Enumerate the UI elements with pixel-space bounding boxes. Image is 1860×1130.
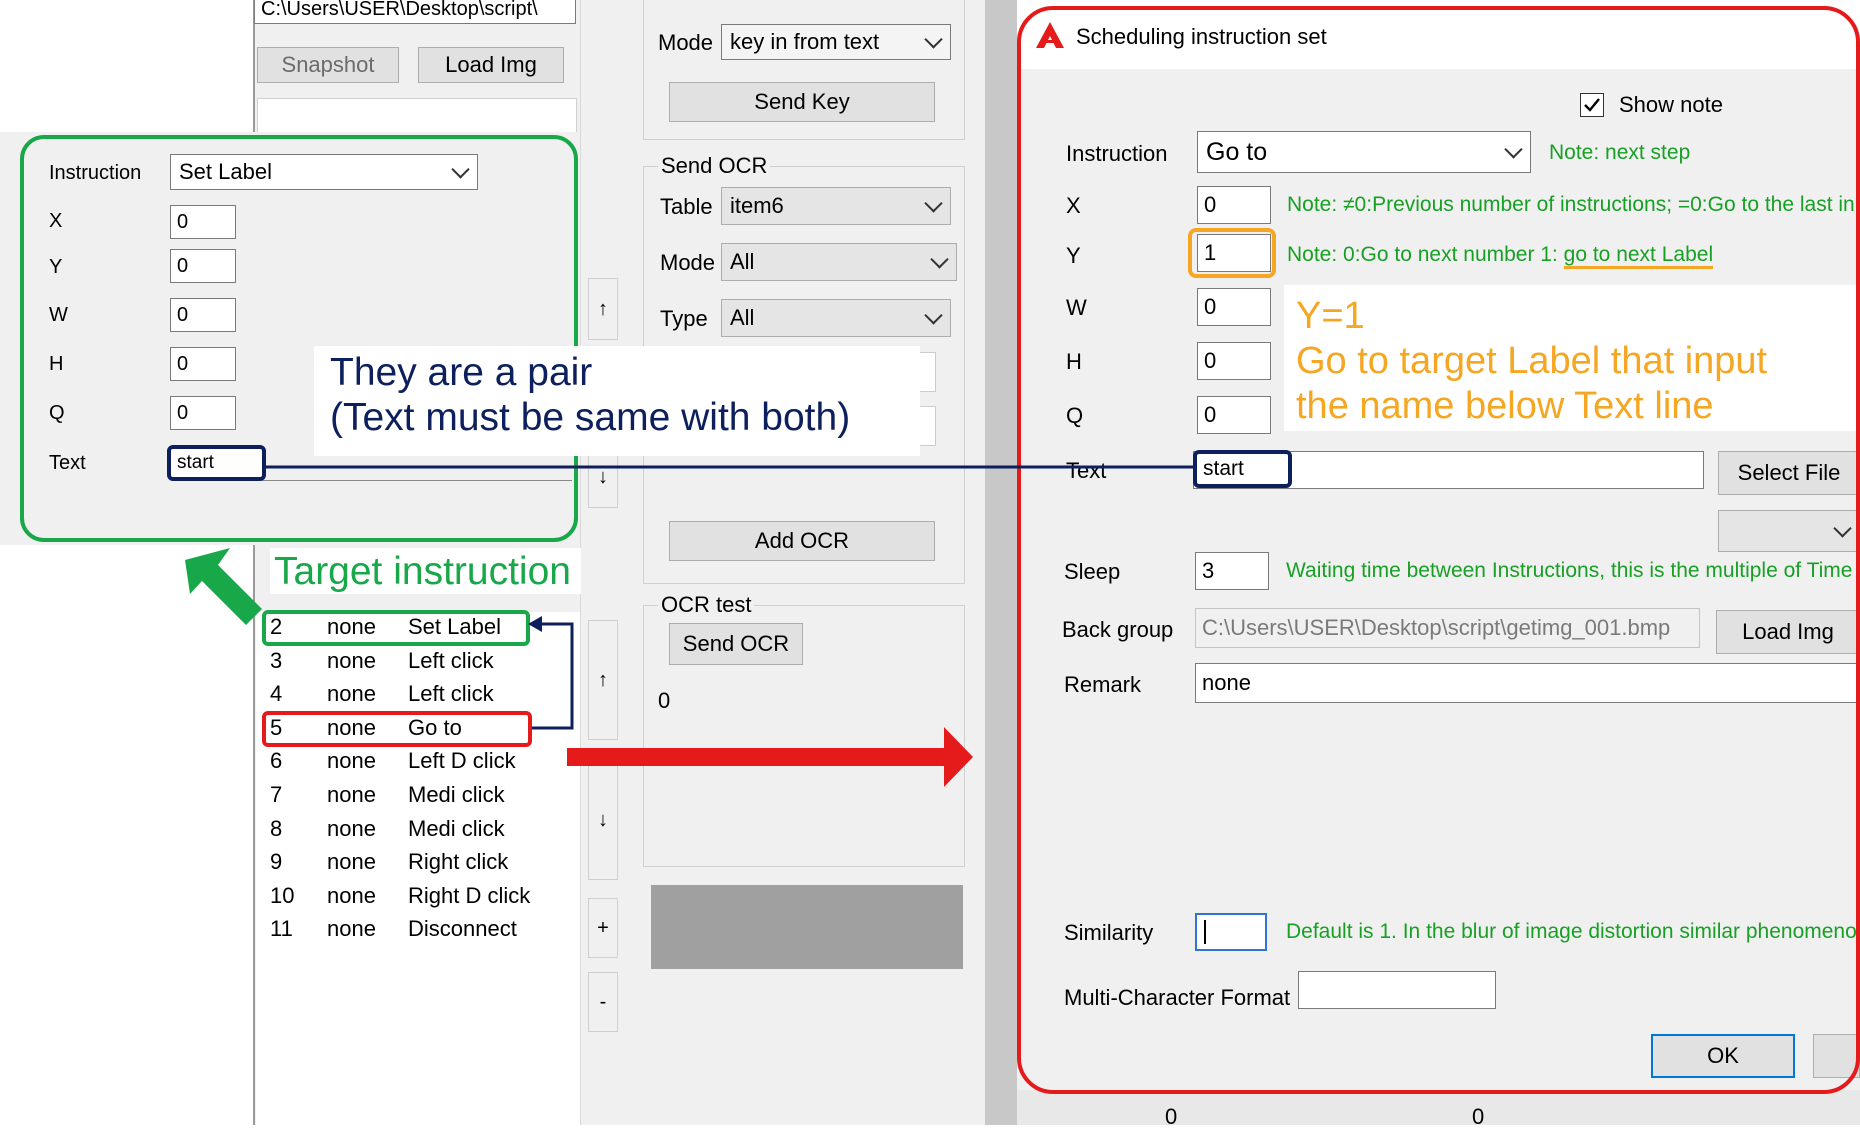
goto-link-arrowhead xyxy=(528,616,542,632)
annotation-arrows xyxy=(185,465,1193,787)
goto-link-line xyxy=(532,622,574,730)
red-arrow xyxy=(567,727,973,787)
green-arrow xyxy=(185,548,262,625)
